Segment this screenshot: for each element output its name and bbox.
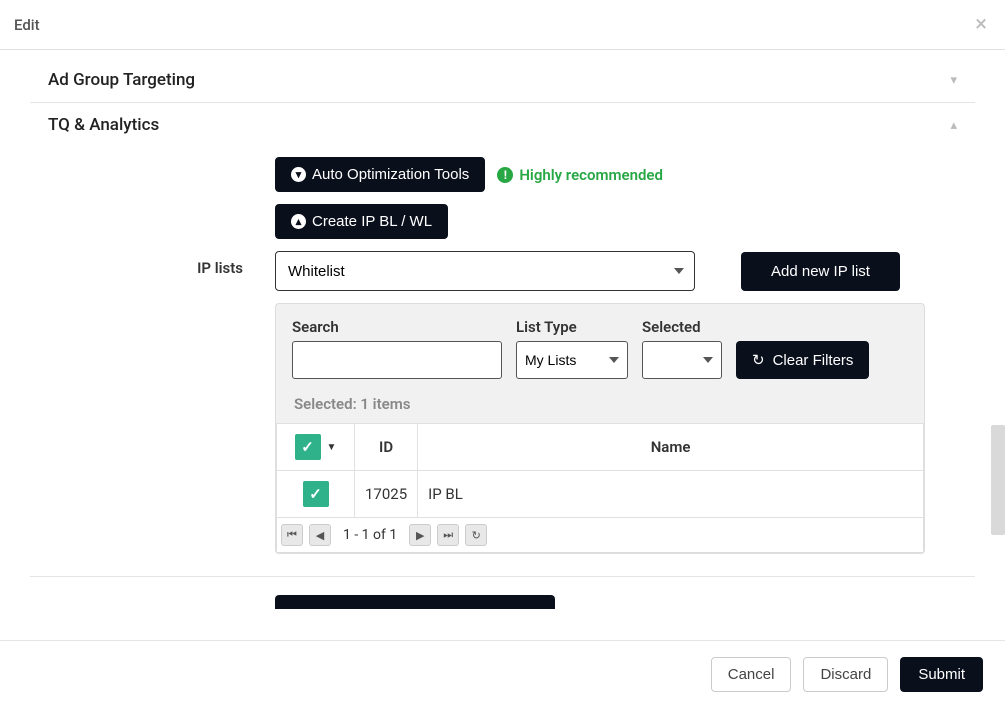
pager-last-button[interactable]: ⏭	[437, 524, 459, 546]
partial-button-peek[interactable]	[275, 595, 555, 609]
checkbox-checked-icon	[295, 434, 321, 460]
search-input[interactable]	[292, 341, 502, 379]
modal-footer: Cancel Discard Submit	[0, 640, 1005, 708]
id-column-header[interactable]: ID	[355, 424, 418, 471]
cancel-button[interactable]: Cancel	[711, 657, 792, 692]
modal-body: Ad Group Targeting ▾ TQ & Analytics ▴ ▾ …	[0, 50, 1005, 640]
search-label: Search	[292, 318, 502, 336]
modal-header: Edit ×	[0, 0, 1005, 50]
row-name: IP BL	[418, 471, 924, 518]
accordion-ad-group-targeting[interactable]: Ad Group Targeting ▾	[30, 58, 975, 103]
accordion-title: TQ & Analytics	[48, 115, 159, 135]
list-type-select[interactable]: My Lists	[516, 341, 628, 379]
list-type-label: List Type	[516, 318, 628, 336]
chevron-down-circle-icon: ▾	[291, 167, 306, 182]
accordion-title: Ad Group Targeting	[48, 70, 195, 90]
auto-optimization-button[interactable]: ▾ Auto Optimization Tools	[275, 157, 485, 192]
button-label: Auto Optimization Tools	[312, 166, 469, 183]
modal-title: Edit	[14, 16, 40, 34]
chevron-up-icon: ▴	[950, 118, 957, 133]
ip-lists-label: IP lists	[50, 251, 275, 277]
info-icon: !	[497, 167, 513, 183]
filter-panel: Search List Type My Lists Selected	[275, 303, 925, 554]
selected-filter-select[interactable]	[642, 341, 722, 379]
ip-lists-select[interactable]: Whitelist	[275, 251, 695, 291]
pager: ⏮ ◀ 1 - 1 of 1 ▶ ⏭ ↻	[276, 518, 924, 553]
pager-first-button[interactable]: ⏮	[281, 524, 303, 546]
refresh-icon: ↻	[752, 351, 765, 369]
button-label: Create IP BL / WL	[312, 213, 432, 230]
ip-list-table: ▼ ID Name	[276, 423, 924, 518]
button-label: Add new IP list	[771, 263, 870, 280]
chevron-down-icon: ▾	[950, 73, 957, 88]
pager-text: 1 - 1 of 1	[337, 527, 403, 543]
create-ip-bl-wl-button[interactable]: ▴ Create IP BL / WL	[275, 204, 448, 239]
name-column-header[interactable]: Name	[418, 424, 924, 471]
scrollbar-thumb[interactable]	[991, 425, 1005, 535]
submit-button[interactable]: Submit	[900, 657, 983, 692]
row-id: 17025	[355, 471, 418, 518]
select-all-header[interactable]: ▼	[277, 424, 355, 471]
add-new-ip-list-button[interactable]: Add new IP list	[741, 252, 900, 291]
selected-summary: Selected: 1 items	[292, 389, 908, 423]
close-icon[interactable]: ×	[971, 12, 991, 37]
accordion-content: ▾ Auto Optimization Tools ! Highly recom…	[30, 147, 975, 576]
pager-prev-button[interactable]: ◀	[309, 524, 331, 546]
chevron-up-circle-icon: ▴	[291, 214, 306, 229]
discard-button[interactable]: Discard	[803, 657, 888, 692]
pager-refresh-button[interactable]: ↻	[465, 524, 487, 546]
clear-filters-button[interactable]: ↻ Clear Filters	[736, 341, 869, 379]
highly-recommended-badge: ! Highly recommended	[497, 166, 663, 184]
pager-next-button[interactable]: ▶	[409, 524, 431, 546]
selected-label: Selected	[642, 318, 722, 336]
table-row[interactable]: 17025 IP BL	[277, 471, 924, 518]
badge-text: Highly recommended	[519, 166, 663, 184]
caret-down-icon: ▼	[327, 442, 337, 453]
row-checkbox[interactable]	[303, 481, 329, 507]
button-label: Clear Filters	[773, 352, 854, 369]
accordion-tq-analytics[interactable]: TQ & Analytics ▴ ▾ Auto Optimization Too…	[30, 103, 975, 577]
